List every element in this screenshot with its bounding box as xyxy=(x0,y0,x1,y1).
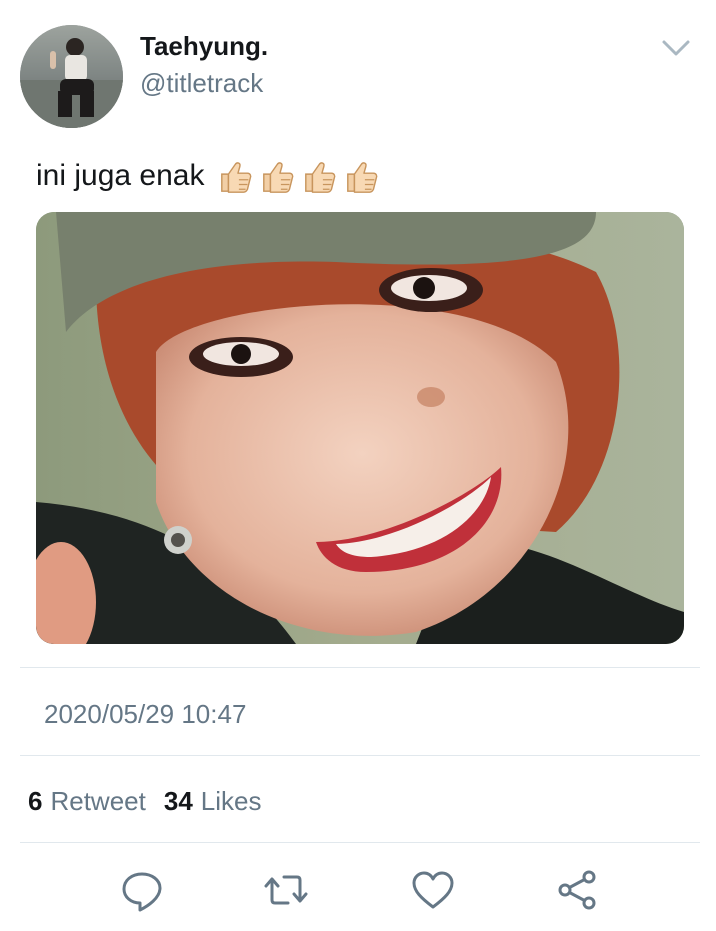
likes-count[interactable]: 34 xyxy=(164,784,193,818)
emoji-group xyxy=(218,157,382,195)
tweet-text-row: ini juga enak xyxy=(36,156,382,196)
chevron-down-icon[interactable] xyxy=(660,36,692,60)
photo-image xyxy=(36,212,684,644)
thumbs-up-icon xyxy=(305,162,336,193)
thumbs-up-icon xyxy=(221,162,252,193)
author-handle[interactable]: @titletrack xyxy=(140,68,263,98)
thumbs-up-icon xyxy=(347,162,378,193)
avatar-image xyxy=(20,25,123,128)
thumbs-up-icon xyxy=(263,162,294,193)
divider xyxy=(20,755,700,756)
divider xyxy=(20,842,700,843)
share-button[interactable] xyxy=(554,866,602,914)
tweet-action-bar xyxy=(0,866,716,916)
reply-icon xyxy=(122,872,162,912)
share-icon xyxy=(558,870,596,910)
retweet-icon xyxy=(264,875,308,905)
avatar[interactable] xyxy=(20,25,123,128)
divider xyxy=(20,667,700,668)
retweets-count[interactable]: 6 xyxy=(28,784,42,818)
engagement-stats: 6 Retweet 34 Likes xyxy=(28,784,279,818)
like-button[interactable] xyxy=(409,866,457,914)
tweet-media-photo[interactable] xyxy=(36,212,684,644)
likes-label[interactable]: Likes xyxy=(201,784,262,818)
retweet-button[interactable] xyxy=(262,866,310,914)
tweet-timestamp: 2020/05/29 10:47 xyxy=(44,699,247,729)
like-icon xyxy=(412,871,454,909)
reply-button[interactable] xyxy=(118,866,166,914)
author-name[interactable]: Taehyung. xyxy=(140,31,268,61)
retweets-label[interactable]: Retweet xyxy=(50,784,145,818)
tweet-text: ini juga enak xyxy=(36,159,205,192)
